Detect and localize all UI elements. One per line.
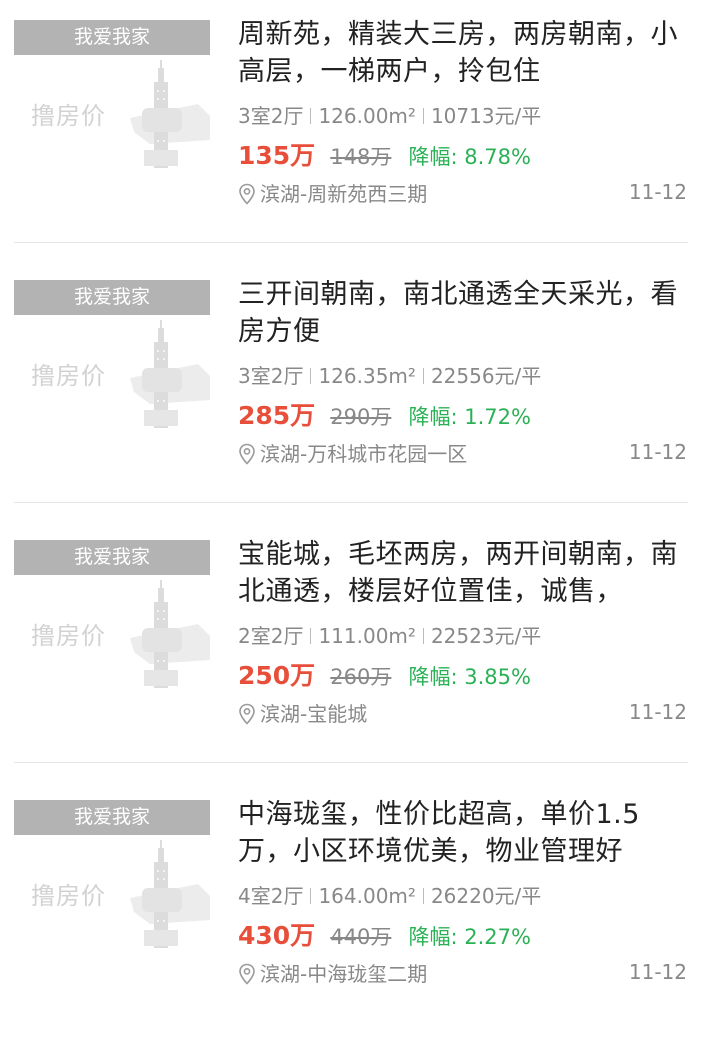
spec-separator [310, 888, 312, 904]
listing-title[interactable]: 中海珑玺，性价比超高，单价1.5万，小区环境优美，物业管理好 [238, 796, 693, 870]
current-price: 285万 [238, 401, 316, 430]
room-layout: 4室2厅 [238, 884, 304, 908]
location-pin-icon [239, 703, 255, 725]
listing-specs: 3室2厅 126.00m² 10713元/平 [238, 100, 541, 129]
listing-card[interactable]: 我爱我家 撸房价 三开间朝南，南北通透全天采光，看房方便 3室2厅 126.35m… [0, 260, 707, 520]
listing-card[interactable]: 我爱我家 撸房价 宝能城，毛坯两房，两开间朝南，南北通透，楼层好位置佳，诚售， … [0, 520, 707, 780]
listing-specs: 3室2厅 126.35m² 22556元/平 [238, 360, 541, 389]
unit-price: 10713元/平 [430, 104, 542, 128]
spec-separator [422, 368, 424, 384]
location-pin-icon [239, 443, 255, 465]
current-price: 250万 [238, 661, 316, 690]
placeholder-watermark: 撸房价 [31, 362, 106, 390]
spec-separator [422, 888, 424, 904]
location-pin-icon [239, 963, 255, 985]
location-row: 滨湖-宝能城 [238, 698, 367, 727]
price-drop: 降幅: 8.78% [408, 145, 531, 169]
building-hand-icon [130, 580, 210, 688]
listing-title[interactable]: 宝能城，毛坯两房，两开间朝南，南北通透，楼层好位置佳，诚售， [238, 536, 693, 610]
listing-specs: 4室2厅 164.00m² 26220元/平 [238, 880, 541, 909]
spec-separator [422, 628, 424, 644]
unit-price: 22556元/平 [430, 364, 542, 388]
room-layout: 3室2厅 [238, 104, 304, 128]
listing-divider [14, 242, 688, 243]
placeholder-watermark: 撸房价 [31, 622, 106, 650]
agency-badge: 我爱我家 [14, 800, 210, 835]
price-row: 135万 148万 降幅: 8.78% [238, 136, 531, 172]
building-hand-icon [130, 840, 210, 948]
listing-date: 11-12 [628, 440, 687, 464]
room-layout: 3室2厅 [238, 364, 304, 388]
spec-separator [310, 368, 312, 384]
unit-price: 26220元/平 [430, 884, 542, 908]
price-drop: 降幅: 2.27% [408, 925, 531, 949]
original-price: 290万 [330, 405, 392, 429]
price-row: 430万 440万 降幅: 2.27% [238, 916, 531, 952]
spec-separator [310, 628, 312, 644]
floor-area: 126.35m² [318, 364, 416, 388]
listing-date: 11-12 [628, 700, 687, 724]
location-text: 滨湖-中海珑玺二期 [260, 962, 428, 986]
listing-card[interactable]: 我爱我家 撸房价 中海珑玺，性价比超高，单价1.5万，小区环境优美，物业管理好 … [0, 780, 707, 1040]
original-price: 148万 [330, 145, 392, 169]
original-price: 440万 [330, 925, 392, 949]
current-price: 135万 [238, 141, 316, 170]
listing-thumbnail[interactable]: 我爱我家 撸房价 [14, 540, 210, 690]
floor-area: 111.00m² [318, 624, 416, 648]
agency-badge: 我爱我家 [14, 540, 210, 575]
price-drop: 降幅: 3.85% [408, 665, 531, 689]
listing-date: 11-12 [628, 960, 687, 984]
listing-thumbnail[interactable]: 我爱我家 撸房价 [14, 20, 210, 170]
location-row: 滨湖-万科城市花园一区 [238, 438, 467, 467]
unit-price: 22523元/平 [430, 624, 542, 648]
listing-thumbnail[interactable]: 我爱我家 撸房价 [14, 800, 210, 950]
listing-date: 11-12 [628, 180, 687, 204]
building-hand-icon [130, 320, 210, 428]
price-row: 285万 290万 降幅: 1.72% [238, 396, 531, 432]
price-drop: 降幅: 1.72% [408, 405, 531, 429]
location-row: 滨湖-中海珑玺二期 [238, 958, 427, 987]
agency-badge: 我爱我家 [14, 20, 210, 55]
building-hand-icon [130, 60, 210, 168]
current-price: 430万 [238, 921, 316, 950]
listing-card[interactable]: 我爱我家 撸房价 周新苑，精装大三房，两房朝南，小高层，一梯两户，拎包住 3室2… [0, 0, 707, 260]
listing-specs: 2室2厅 111.00m² 22523元/平 [238, 620, 541, 649]
placeholder-watermark: 撸房价 [31, 102, 106, 130]
agency-badge: 我爱我家 [14, 280, 210, 315]
price-row: 250万 260万 降幅: 3.85% [238, 656, 531, 692]
location-text: 滨湖-万科城市花园一区 [260, 442, 468, 466]
listing-divider [14, 502, 688, 503]
listing-thumbnail[interactable]: 我爱我家 撸房价 [14, 280, 210, 430]
placeholder-watermark: 撸房价 [31, 882, 106, 910]
location-row: 滨湖-周新苑西三期 [238, 178, 427, 207]
listing-title[interactable]: 三开间朝南，南北通透全天采光，看房方便 [238, 276, 693, 350]
location-text: 滨湖-宝能城 [260, 702, 368, 726]
room-layout: 2室2厅 [238, 624, 304, 648]
original-price: 260万 [330, 665, 392, 689]
location-text: 滨湖-周新苑西三期 [260, 182, 428, 206]
listing-divider [14, 762, 688, 763]
listing-title[interactable]: 周新苑，精装大三房，两房朝南，小高层，一梯两户，拎包住 [238, 16, 693, 90]
floor-area: 164.00m² [318, 884, 416, 908]
spec-separator [310, 108, 312, 124]
location-pin-icon [239, 183, 255, 205]
spec-separator [422, 108, 424, 124]
floor-area: 126.00m² [318, 104, 416, 128]
